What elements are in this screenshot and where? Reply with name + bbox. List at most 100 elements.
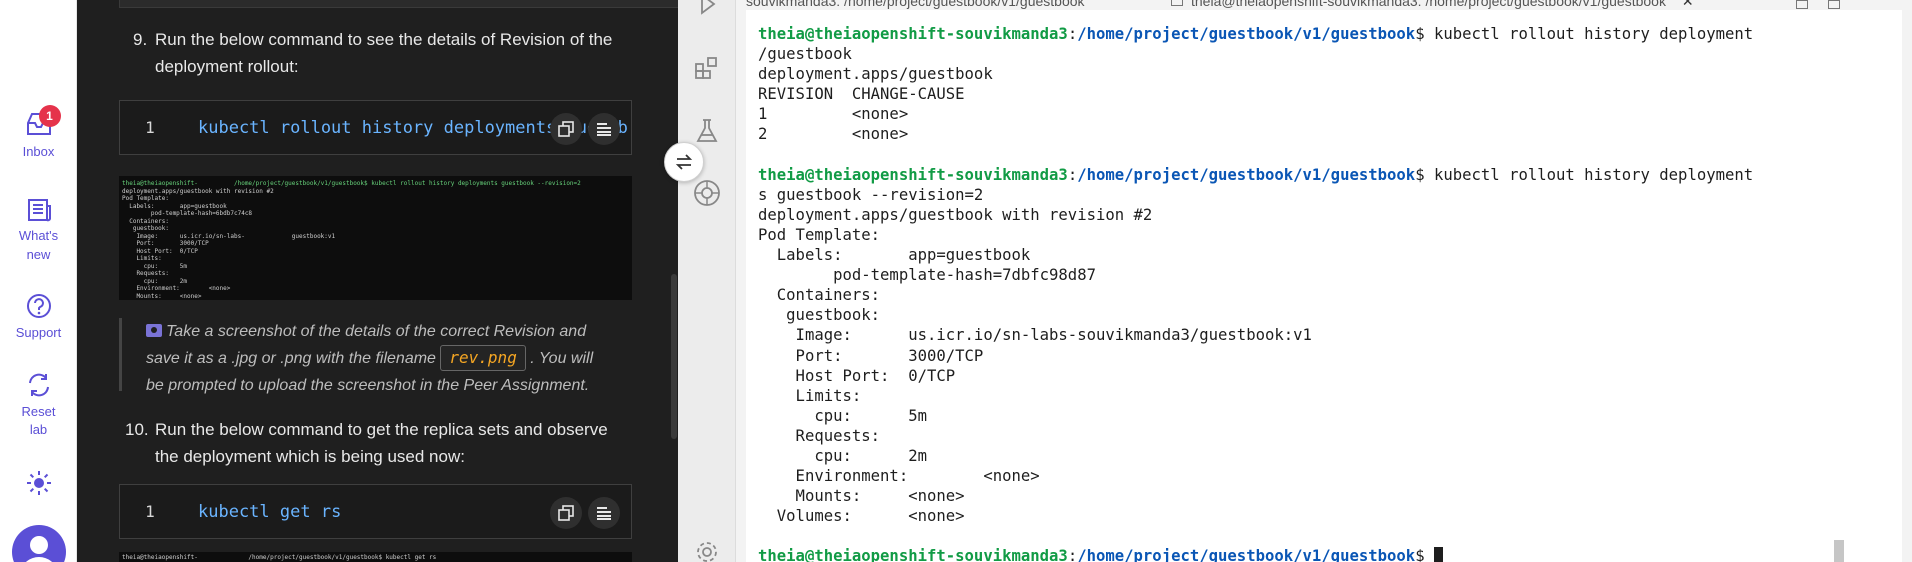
prompt-path: /home/project/guestbook/v1/guestbook [1077, 25, 1416, 43]
note-line-2a: save it as a .jpg or .png with the filen… [146, 350, 436, 367]
testing-flask-icon[interactable] [691, 115, 723, 147]
help-icon [26, 294, 51, 318]
screenshot-line: Labels: app=guestbook [129, 202, 227, 210]
screenshot-get-rs: theia@theiaopenshift- /home/project/gues… [119, 552, 632, 562]
terminal-output-line: cpu: 2m [814, 446, 927, 465]
prompt-user: theia@theiaopenshift-souvikmanda3 [758, 547, 1068, 562]
instructions-scrollbar[interactable] [671, 274, 677, 439]
maximize-panel-icon[interactable] [1828, 0, 1840, 9]
run-debug-icon[interactable] [691, 0, 723, 20]
sun-icon [26, 471, 51, 495]
whats-new-label-2: new [26, 247, 51, 262]
newspaper-icon [27, 199, 51, 222]
terminal-output-line: deployment.apps/guestbook [758, 65, 993, 84]
terminal-prompt-end: $ [1415, 547, 1434, 562]
inbox-label: Inbox [22, 144, 55, 159]
whats-new-label-1: What's [18, 228, 59, 243]
step-9-number: 9. [133, 30, 148, 49]
step-9-line-1: Run the below command to see the details… [155, 30, 613, 49]
inbox-badge: 1 [38, 105, 61, 127]
tab-terminal-2[interactable]: theia@theiaopenshift-souvikmanda3: /home… [1171, 0, 1694, 10]
terminal-paste-icon [597, 507, 611, 520]
terminal-output-line: 1 <none> [758, 105, 909, 124]
rail-inbox[interactable]: 1 Inbox [0, 105, 77, 161]
terminal-output-line: Port: 3000/TCP [795, 346, 984, 365]
prompt-sep: : [1067, 165, 1078, 184]
swap-panels-button[interactable] [664, 142, 704, 182]
screenshot-line: cpu: 2m [143, 277, 188, 285]
step-10-number: 10. [125, 420, 149, 439]
terminal-output-line: Environment: <none> [795, 467, 1040, 486]
code-args: get rs [269, 501, 342, 522]
note-line-1: Take a screenshot of the details of the … [166, 323, 587, 340]
terminal-output-line: Labels: app=guestbook [776, 246, 1031, 265]
screenshot-line: Limits: [136, 255, 162, 262]
screenshot-line: cpu: 5m [143, 262, 188, 270]
camera-icon [146, 324, 162, 337]
activity-bar [678, 0, 736, 562]
terminal-command: $ kubectl rollout history deployment [1415, 25, 1754, 43]
refresh-icon [28, 373, 49, 397]
prompt-sep: : [1067, 25, 1078, 43]
terminal-command: $ kubectl rollout history deployment [1415, 165, 1754, 184]
rail-reset-lab[interactable]: Reset lab [0, 371, 77, 439]
code-line-number: 1 [145, 502, 155, 521]
code-block-rollout-history: 1 kubectl rollout history deployments gu… [119, 100, 632, 155]
terminal-command: /guestbook [758, 45, 852, 64]
extensions-icon[interactable] [691, 52, 723, 84]
tab-terminal-1[interactable]: souvikmanda3: /home/project/guestbook/v1… [746, 0, 1085, 9]
split-terminal-icon[interactable] [1796, 0, 1809, 9]
tab-terminal-2-label: theia@theiaopenshift-souvikmanda3: /home… [1191, 0, 1666, 9]
reset-label-1: Reset [21, 404, 56, 419]
step-10: 10. Run the below command to get the repl… [125, 416, 633, 470]
prompt-user: theia@theiaopenshift-souvikmanda3 [758, 165, 1068, 184]
copy-icon [558, 505, 574, 521]
theme-toggle[interactable] [0, 469, 77, 497]
terminal-output-line: Host Port: 0/TCP [795, 366, 956, 385]
terminal-output[interactable]: theia@theiaopenshift-souvikmanda3:/home/… [746, 10, 1902, 562]
rail-support[interactable]: Support [0, 292, 77, 342]
reset-label-2: lab [29, 422, 48, 437]
screenshot-revision-details: theia@theiaopenshift- /home/project/gues… [119, 176, 632, 300]
screenshot-line: guestbook: [132, 225, 169, 232]
avatar-icon [11, 525, 66, 562]
screenshot-line: Pod Template: [122, 195, 169, 202]
skills-network-icon[interactable] [691, 177, 723, 209]
screenshot-line: Requests: [136, 270, 169, 277]
user-avatar[interactable] [0, 525, 77, 562]
terminal-scrollbar[interactable] [1834, 540, 1844, 562]
code-block-get-rs: 1 kubectl get rs [119, 484, 632, 539]
terminal-output-line: Mounts: <none> [795, 487, 965, 506]
terminal-output-line: deployment.apps/guestbook with revision … [758, 205, 1153, 224]
window-controls [1796, 0, 1840, 10]
copy-code-button[interactable] [550, 113, 582, 145]
previous-code-block-edge [119, 0, 678, 8]
screenshot-line: theia@theiaopenshift- /home/project/gues… [122, 180, 581, 187]
execute-code-button[interactable] [588, 113, 620, 145]
terminal-output-line: Image: us.icr.io/sn-labs-souvikmanda3/gu… [795, 326, 1312, 345]
terminal-command: s guestbook --revision=2 [758, 185, 984, 204]
swap-icon [675, 154, 693, 170]
prompt-user: theia@theiaopenshift-souvikmanda3 [758, 25, 1068, 43]
settings-gear-icon[interactable] [691, 536, 723, 562]
screenshot-line: Image: us.icr.io/sn-labs- guestbook:v1 [136, 232, 336, 240]
rail-whats-new[interactable]: What's new [0, 197, 77, 264]
code-line-number: 1 [145, 118, 155, 137]
tab-close-icon[interactable]: ✕ [1682, 0, 1694, 9]
app-root: 1 Inbox What's new Support Reset lab 9. … [0, 0, 1912, 562]
prompt-path: /home/project/guestbook/v1/guestbook [1077, 547, 1416, 562]
prompt-path: /home/project/guestbook/v1/guestbook [1077, 165, 1416, 184]
terminal-paste-icon [597, 123, 611, 136]
copy-code-button[interactable] [550, 497, 582, 529]
execute-code-button[interactable] [588, 497, 620, 529]
note-filename: rev.png [440, 345, 526, 371]
terminal-output-line: Requests: [795, 426, 881, 445]
screenshot-line: Environment: <none> [136, 285, 231, 292]
note-line-3: be prompted to upload the screenshot in … [146, 377, 590, 394]
tab-bar: souvikmanda3: /home/project/guestbook/v1… [746, 0, 1912, 10]
terminal-output-line: guestbook: [786, 306, 881, 325]
screenshot-line: Containers: [129, 217, 169, 225]
terminal-output-line: Containers: [776, 286, 881, 305]
step-9: 9. Run the below command to see the detai… [133, 26, 633, 80]
screenshot-line: Port: 3000/TCP [136, 240, 209, 247]
